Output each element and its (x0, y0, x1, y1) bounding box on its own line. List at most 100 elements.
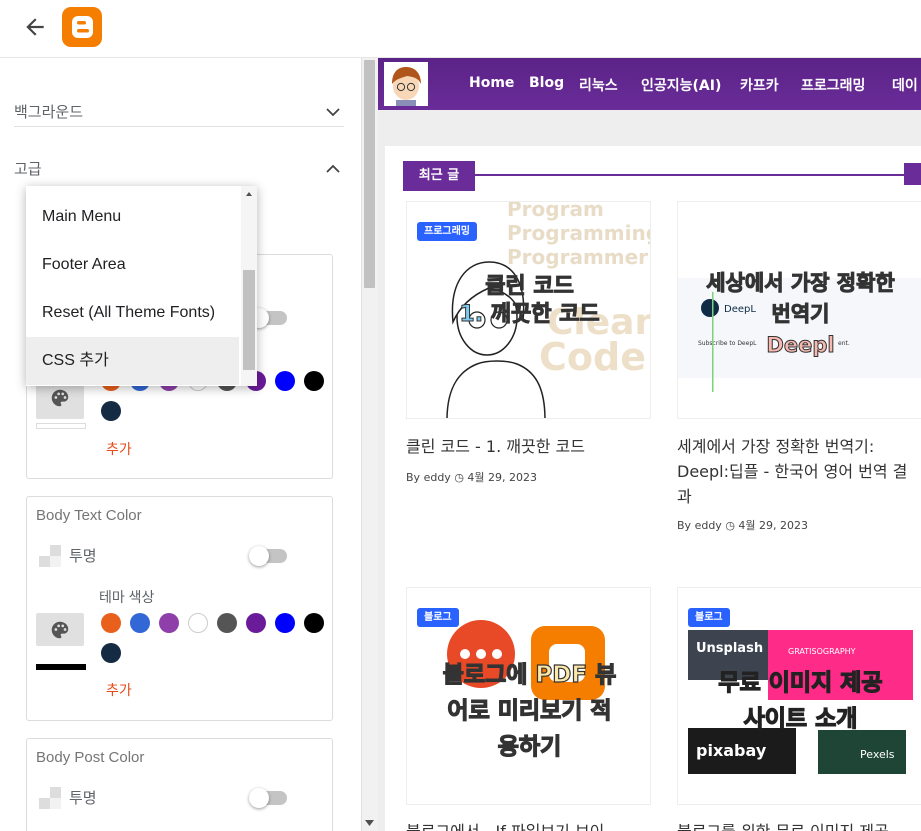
heading-divider (405, 174, 921, 176)
dropdown-item-footer-area[interactable]: Footer Area (26, 241, 239, 289)
post-title[interactable]: 블로그를 위한 무료 이미지 제공 (677, 819, 921, 831)
post-meta: By eddy ◷ 4월 29, 2023 (677, 517, 808, 533)
color-swatch[interactable] (101, 401, 121, 421)
color-swatch[interactable] (217, 613, 237, 633)
chevron-down-icon[interactable] (326, 105, 340, 119)
post-meta: By eddy ◷ 4월 29, 2023 (406, 469, 537, 485)
panel-scroll-thumb[interactable] (364, 60, 375, 288)
scroll-up-arrow-icon[interactable] (241, 188, 257, 200)
current-color-bar (36, 664, 86, 670)
post-title[interactable]: 세계에서 가장 정확한 번역기: Deepl:딥플 - 한국어 영어 번역 결과 (677, 434, 921, 509)
transparent-checker-icon (39, 787, 61, 809)
thumb-small-text: Pexels (860, 748, 895, 761)
thumb-title-line: Deepl (766, 333, 835, 358)
thumb-bg-word: Program (507, 202, 604, 221)
section-background[interactable]: 백그라운드 (14, 71, 344, 127)
post-label-chip[interactable]: 블로그 (688, 608, 730, 627)
font-section-dropdown[interactable]: Main Menu Footer Area Reset (All Theme F… (26, 186, 257, 386)
post-title[interactable]: 블로그에서 - If 파일보기 보이 (406, 819, 651, 831)
add-color-link[interactable]: 추가 (106, 439, 132, 459)
add-color-link[interactable]: 추가 (106, 680, 132, 700)
body-text-color-title: Body Text Color (36, 507, 142, 524)
transparent-checker-icon (39, 545, 61, 567)
dropdown-item-css-add[interactable]: CSS 추가 (26, 337, 239, 385)
transparent-label: 투명 (69, 548, 97, 565)
scroll-down-arrow-icon[interactable] (365, 820, 374, 826)
blogger-logo-icon[interactable] (62, 7, 102, 47)
author-prefix: By (677, 519, 692, 532)
thumb-title-line: 어로 미리보기 적 (447, 697, 612, 724)
post-author[interactable]: eddy (695, 519, 722, 532)
post-label-chip[interactable]: 프로그래밍 (417, 222, 477, 241)
current-color-bar (36, 423, 86, 429)
thumb-title-line: 용하기 (497, 733, 562, 760)
transparent-toggle[interactable] (249, 788, 287, 808)
thumb-bg-word: Programmer (507, 245, 648, 269)
thumb-small-text: GRATISOGRAPHY (788, 647, 856, 656)
nav-item-data[interactable]: 데이 (892, 75, 918, 95)
thumb-small-text: pixabay (696, 741, 767, 760)
section-background-label: 백그라운드 (14, 104, 84, 121)
body-text-color-card: Body Text Color 투명 테마 색상 추가 (26, 496, 333, 721)
nav-item-home[interactable]: Home (469, 75, 514, 91)
body-post-color-card: Body Post Color 투명 (26, 738, 333, 831)
dropdown-scroll-thumb[interactable] (243, 270, 255, 370)
palette-icon (51, 621, 69, 639)
post-title[interactable]: 클린 코드 - 1. 깨끗한 코드 (406, 434, 651, 459)
palette-icon (51, 389, 69, 407)
transparent-toggle[interactable] (249, 546, 287, 566)
nav-item-blog[interactable]: Blog (529, 75, 564, 91)
color-swatch[interactable] (101, 613, 121, 633)
color-swatch[interactable] (188, 613, 208, 633)
recent-posts-section: 최근 글 Program Programming Programmer Clea… (385, 146, 921, 831)
post-thumbnail[interactable]: 블로그 블로그에 PDF 뷰 어로 미리보기 적 용하기 (406, 587, 651, 805)
nav-item-ai[interactable]: 인공지능(AI) (641, 75, 721, 95)
post-thumbnail[interactable]: Program Programming Programmer Clean Cod… (406, 201, 651, 419)
thumb-bg-word: Programming (507, 221, 651, 245)
thumb-title-line: 사이트 소개 (743, 705, 858, 732)
clock-icon: ◷ (454, 471, 464, 484)
thumb-title-line: 번역기 (771, 302, 830, 327)
color-swatch[interactable] (304, 371, 324, 391)
chevron-up-icon[interactable] (326, 162, 340, 176)
dropdown-item-main-menu[interactable]: Main Menu (26, 193, 239, 241)
color-swatch[interactable] (246, 613, 266, 633)
color-swatch[interactable] (275, 613, 295, 633)
dropdown-scrollbar[interactable] (241, 186, 257, 386)
back-arrow-icon[interactable] (22, 14, 48, 40)
post-author[interactable]: eddy (424, 471, 451, 484)
section-advanced-label: 고급 (14, 161, 42, 178)
color-swatch[interactable] (130, 613, 150, 633)
blog-preview: Home Blog 리눅스 인공지능(AI) 카프카 프로그래밍 데이 최근 글… (378, 58, 921, 831)
heading-end-block (904, 163, 921, 185)
thumb-title-line: 클린 코드 (485, 274, 575, 300)
color-swatch[interactable] (159, 613, 179, 633)
thumb-title-line: 무료 이미지 제공 (718, 669, 883, 696)
nav-item-linux[interactable]: 리눅스 (579, 75, 618, 95)
post-thumbnail[interactable]: DeepL Subscribe to DeepL ent. 세상에서 가장 정확… (677, 201, 921, 419)
theme-colors-label: 테마 색상 (99, 589, 155, 605)
post-thumbnail[interactable]: Unsplash GRATISOGRAPHY pixabay Pexels 블로… (677, 587, 921, 805)
blog-avatar[interactable] (384, 62, 428, 106)
thumb-title-line: 세상에서 가장 정확한 (706, 271, 896, 296)
top-bar (0, 0, 921, 58)
blog-nav-bar: Home Blog 리눅스 인공지능(AI) 카프카 프로그래밍 데이 (378, 58, 921, 110)
section-advanced[interactable]: 고급 (14, 128, 344, 184)
color-swatch[interactable] (304, 613, 324, 633)
panel-scrollbar[interactable] (361, 58, 378, 831)
clock-icon: ◷ (725, 519, 735, 532)
recent-posts-heading: 최근 글 (403, 161, 475, 191)
thumb-bg-word: Code (539, 335, 646, 379)
theme-settings-panel: 백그라운드 고급 추가 Body Text Color 투명 테마 색상 추가 … (0, 58, 361, 831)
color-swatch[interactable] (101, 643, 121, 663)
post-date: 4월 29, 2023 (467, 471, 538, 484)
post-date: 4월 29, 2023 (738, 519, 809, 532)
thumb-title-line: 1. 깨끗한 코드 (459, 302, 600, 328)
nav-item-kafka[interactable]: 카프카 (740, 75, 779, 95)
color-swatch[interactable] (275, 371, 295, 391)
dropdown-item-reset-fonts[interactable]: Reset (All Theme Fonts) (26, 289, 239, 337)
post-label-chip[interactable]: 블로그 (417, 608, 459, 627)
nav-item-programming[interactable]: 프로그래밍 (801, 75, 865, 95)
transparent-label: 투명 (69, 790, 97, 807)
color-picker-button[interactable] (36, 613, 84, 646)
